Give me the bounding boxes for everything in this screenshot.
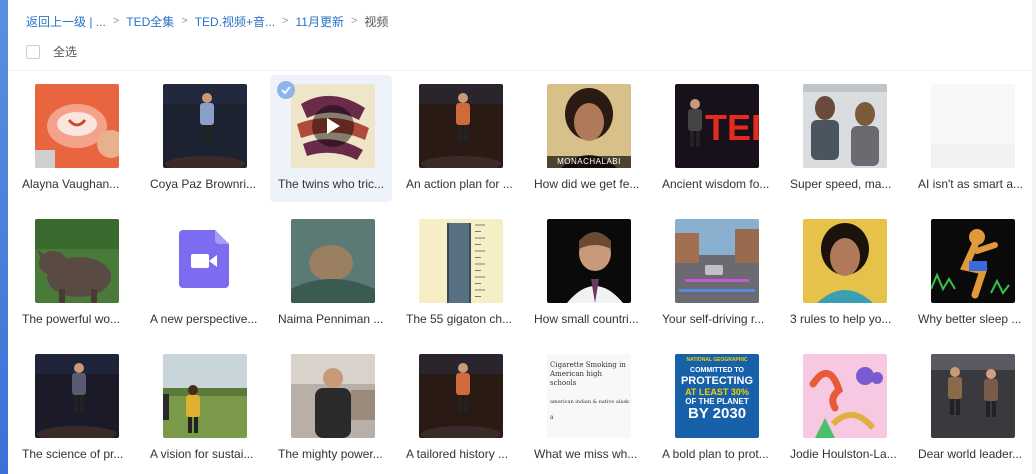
video-tile[interactable]: The 55 gigaton ch... (398, 210, 520, 337)
video-title[interactable]: Naima Penniman ... (278, 312, 386, 326)
video-title[interactable]: An action plan for ... (406, 177, 514, 191)
video-title[interactable]: A vision for sustai... (150, 447, 258, 461)
speaker-on-stage-icon (163, 84, 247, 168)
video-title[interactable]: The mighty power... (278, 447, 386, 461)
street-scene-icon (675, 219, 759, 303)
play-icon[interactable] (312, 105, 354, 147)
video-file-icon (179, 230, 229, 288)
video-title[interactable]: 3 rules to help yo... (790, 312, 898, 326)
video-tile[interactable]: How small countri... (526, 210, 648, 337)
left-edge-bar (0, 0, 8, 474)
video-tile[interactable]: Naima Penniman ... (270, 210, 392, 337)
poster-line: NATIONAL GEOGRAPHIC (686, 357, 748, 363)
video-tile[interactable]: Cigarette Smoking in American high school… (526, 345, 648, 472)
poster-line: AT LEAST 30% (685, 387, 749, 397)
select-all-label[interactable]: 全选 (53, 43, 77, 60)
back-link[interactable]: 返回上一级 | ... (26, 13, 106, 30)
rhino-icon (35, 219, 119, 303)
nature-scene-icon (291, 219, 375, 303)
note-line: american indian & native alask (550, 399, 630, 405)
breadcrumb: 返回上一级 | ... > TED全集 > TED.视频+音... >11月更新 > 视频 (26, 12, 388, 30)
video-tile[interactable]: Jodie Houlston-La... (782, 345, 904, 472)
video-title[interactable]: Ancient wisdom fo... (662, 177, 770, 191)
colorful-illustration-icon (803, 354, 887, 438)
video-tile[interactable]: Why better sleep ... (910, 210, 1032, 337)
video-title[interactable]: A tailored history ... (406, 447, 514, 461)
poster-line: PROTECTING (680, 375, 754, 387)
video-tile[interactable]: Coya Paz Brownri... (142, 75, 264, 202)
portrait-icon (803, 219, 887, 303)
video-title[interactable]: How small countri... (534, 312, 642, 326)
video-grid: Alayna Vaughan... Coya Paz Brownri... The … (14, 75, 1036, 472)
video-tile[interactable]: AI isn't as smart a... (910, 75, 1032, 202)
video-title[interactable]: AI isn't as smart a... (918, 177, 1026, 191)
thumbnail-watermark: MONACHALABI (547, 156, 631, 168)
astronauts-icon (803, 84, 887, 168)
speaker-on-stage-icon (419, 84, 503, 168)
ted-stage-icon: TED (675, 84, 759, 168)
video-title[interactable]: The powerful wo... (22, 312, 130, 326)
selected-check-icon[interactable] (277, 81, 295, 99)
video-tile[interactable]: The science of pr... (14, 345, 136, 472)
select-all-checkbox[interactable] (26, 44, 40, 59)
video-tile[interactable]: MONACHALABI How did we get fe... (526, 75, 648, 202)
measurement-chart-icon (419, 219, 503, 303)
video-tile[interactable]: 3 rules to help yo... (782, 210, 904, 337)
breadcrumb-link[interactable]: TED.视频+音... (195, 13, 275, 30)
video-tile[interactable]: Dear world leader... (910, 345, 1032, 472)
video-title[interactable]: Your self-driving r... (662, 312, 770, 326)
select-all-row[interactable]: 全选 (26, 43, 77, 60)
video-tile[interactable]: Alayna Vaughan... (14, 75, 136, 202)
video-tile[interactable]: The twins who tric... (270, 75, 392, 202)
breadcrumb-current: 视频 (364, 14, 389, 29)
video-title[interactable]: Super speed, ma... (790, 177, 898, 191)
breadcrumb-separator: > (282, 15, 289, 27)
video-tile[interactable]: The mighty power... (270, 345, 392, 472)
video-tile[interactable]: An action plan for ... (398, 75, 520, 202)
breadcrumb-separator: > (350, 15, 358, 27)
video-tile[interactable]: Super speed, ma... (782, 75, 904, 202)
breadcrumb-link[interactable]: 11月更新 (295, 13, 343, 30)
svg-text:TED: TED (705, 107, 759, 148)
speaker-kitchen-icon (291, 354, 375, 438)
video-tile[interactable]: A tailored history ... (398, 345, 520, 472)
field-scene-icon (163, 354, 247, 438)
speaker-on-stage-icon (35, 354, 119, 438)
video-title[interactable]: Why better sleep ... (918, 312, 1026, 326)
video-tile[interactable]: A new perspective... (142, 210, 264, 337)
video-tile[interactable]: Your self-driving r... (654, 210, 776, 337)
dancing-figure-icon (931, 219, 1015, 303)
mouth-closeup-icon (35, 84, 119, 168)
note-line: American high schools (550, 370, 602, 387)
video-title[interactable]: The science of pr... (22, 447, 130, 461)
poster-text: NATIONAL GEOGRAPHIC COMMITTED TO PROTECTIN… (675, 357, 759, 422)
breadcrumb-link[interactable]: TED全集 (126, 13, 174, 30)
video-title[interactable]: Coya Paz Brownri... (150, 177, 258, 191)
video-tile[interactable]: A vision for sustai... (142, 345, 264, 472)
speaker-portrait-icon (547, 219, 631, 303)
poster-line: COMMITTED TO (690, 367, 744, 374)
video-title[interactable]: Dear world leader... (918, 447, 1026, 461)
video-tile[interactable]: NATIONAL GEOGRAPHIC COMMITTED TO PROTECTIN… (654, 345, 776, 472)
video-title[interactable]: How did we get fe... (534, 177, 642, 191)
video-tile[interactable]: TED Ancient wisdom fo... (654, 75, 776, 202)
breadcrumb-separator: > (112, 15, 120, 27)
poster-line: BY 2030 (687, 405, 747, 422)
divider (8, 70, 1036, 71)
speaker-on-stage-icon (419, 354, 503, 438)
video-title[interactable]: The twins who tric... (278, 177, 386, 191)
note-line: a (550, 414, 554, 421)
video-title[interactable]: Jodie Houlston-La... (790, 447, 898, 461)
blank-thumb-icon (931, 84, 1015, 168)
two-speakers-icon (931, 354, 1015, 438)
video-tile[interactable]: The powerful wo... (14, 210, 136, 337)
video-title[interactable]: The 55 gigaton ch... (406, 312, 514, 326)
video-title[interactable]: Alayna Vaughan... (22, 177, 130, 191)
video-title[interactable]: A new perspective... (150, 312, 258, 326)
video-title[interactable]: A bold plan to prot... (662, 447, 770, 461)
note-line: Cigarette Smoking in (550, 361, 626, 369)
breadcrumb-separator: > (181, 15, 188, 27)
handwritten-note-text: Cigarette Smoking in American high school… (550, 361, 630, 422)
video-title[interactable]: What we miss wh... (534, 447, 642, 461)
